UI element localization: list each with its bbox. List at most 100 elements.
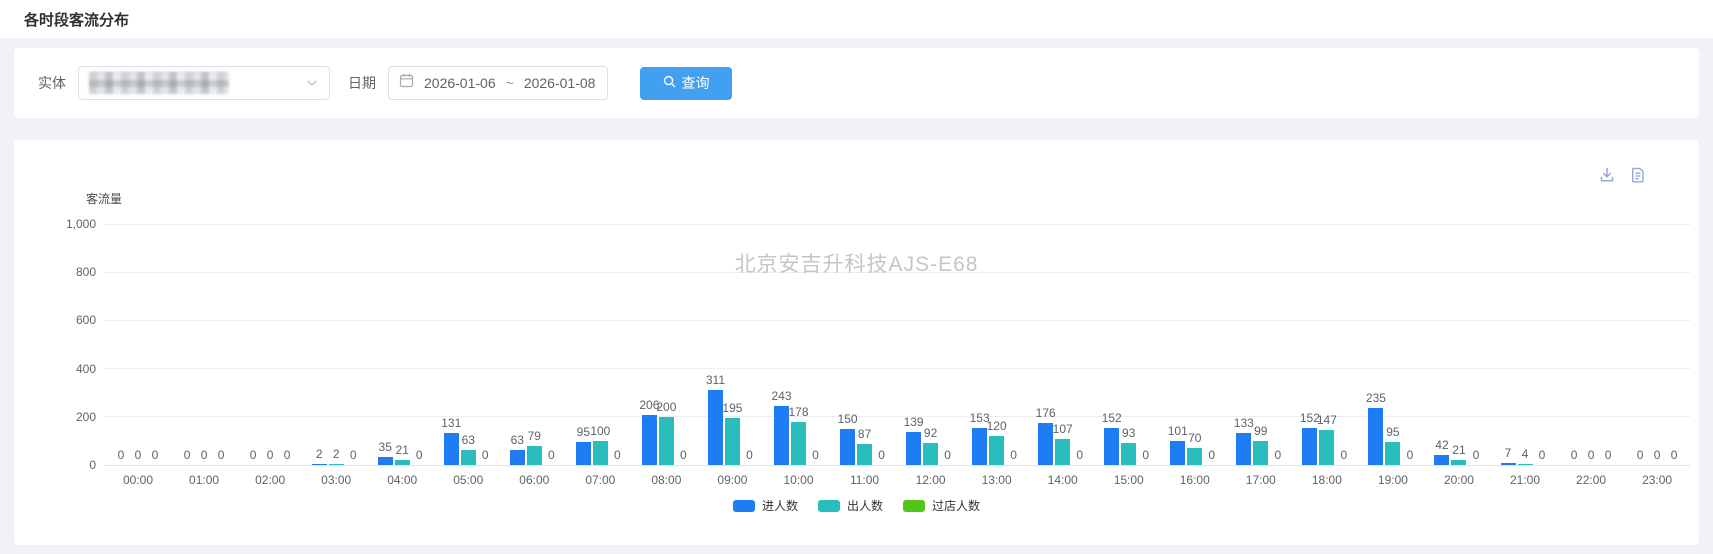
bar-value-label: 63 bbox=[462, 433, 475, 447]
bar bbox=[906, 432, 921, 465]
legend-item[interactable]: 进人数 bbox=[733, 497, 798, 514]
watermark: 北京安吉升科技AJS-E68 bbox=[14, 248, 1699, 278]
bar bbox=[1055, 439, 1070, 465]
bar-value-label: 63 bbox=[511, 433, 524, 447]
bar bbox=[461, 450, 476, 465]
x-tick-label: 05:00 bbox=[435, 473, 501, 487]
bar-value-label: 120 bbox=[987, 419, 1007, 433]
bar bbox=[312, 464, 327, 465]
chart-card: 客流量 02004006008001,00000000:0000001:0000… bbox=[14, 140, 1699, 545]
bar-value-label: 21 bbox=[1452, 443, 1465, 457]
calendar-icon bbox=[399, 73, 414, 93]
bar-value-label: 100 bbox=[590, 424, 610, 438]
x-tick-label: 06:00 bbox=[501, 473, 567, 487]
search-icon bbox=[663, 75, 676, 91]
bar-value-label: 0 bbox=[878, 448, 885, 462]
bar-value-label: 0 bbox=[267, 448, 274, 462]
bar-value-label: 0 bbox=[1605, 448, 1612, 462]
bar-value-label: 0 bbox=[284, 448, 291, 462]
legend-swatch bbox=[818, 500, 840, 512]
bar-value-label: 0 bbox=[218, 448, 225, 462]
x-tick-label: 21:00 bbox=[1492, 473, 1558, 487]
bar-value-label: 147 bbox=[1317, 413, 1337, 427]
date-range-picker[interactable]: 2026-01-06 ~ 2026-01-08 bbox=[388, 66, 608, 100]
entity-select[interactable] bbox=[78, 66, 330, 100]
bar bbox=[972, 428, 987, 465]
bar bbox=[1121, 443, 1136, 465]
bar bbox=[329, 464, 344, 465]
date-end[interactable]: 2026-01-08 bbox=[524, 75, 596, 91]
bar-value-label: 0 bbox=[1076, 448, 1083, 462]
date-start[interactable]: 2026-01-06 bbox=[424, 75, 496, 91]
bar-value-label: 0 bbox=[680, 448, 687, 462]
x-tick-label: 12:00 bbox=[898, 473, 964, 487]
bar-value-label: 0 bbox=[118, 448, 125, 462]
bar bbox=[395, 460, 410, 465]
bar-value-label: 152 bbox=[1102, 411, 1122, 425]
bar bbox=[725, 418, 740, 465]
x-tick-label: 07:00 bbox=[567, 473, 633, 487]
bar bbox=[510, 450, 525, 465]
bar-value-label: 21 bbox=[396, 443, 409, 457]
bar-value-label: 42 bbox=[1435, 438, 1448, 452]
bar-value-label: 0 bbox=[152, 448, 159, 462]
bar-value-label: 35 bbox=[379, 440, 392, 454]
bar-value-label: 0 bbox=[416, 448, 423, 462]
x-tick-label: 09:00 bbox=[699, 473, 765, 487]
y-tick-label: 0 bbox=[89, 458, 96, 472]
entity-label: 实体 bbox=[38, 73, 66, 93]
download-icon[interactable] bbox=[1598, 166, 1616, 184]
entity-value-redacted bbox=[89, 72, 229, 94]
bar-value-label: 0 bbox=[1637, 448, 1644, 462]
bar-value-label: 133 bbox=[1234, 416, 1254, 430]
page-title: 各时段客流分布 bbox=[24, 9, 129, 30]
legend-item[interactable]: 出人数 bbox=[818, 497, 883, 514]
bar-value-label: 87 bbox=[858, 427, 871, 441]
legend-swatch bbox=[903, 500, 925, 512]
y-tick-label: 1,000 bbox=[66, 217, 96, 231]
bar bbox=[1253, 441, 1268, 465]
y-tick-label: 200 bbox=[76, 410, 96, 424]
bar bbox=[593, 441, 608, 465]
bar bbox=[576, 442, 591, 465]
query-button[interactable]: 查询 bbox=[640, 67, 732, 100]
x-tick-label: 11:00 bbox=[832, 473, 898, 487]
bar-value-label: 0 bbox=[1671, 448, 1678, 462]
bar-value-label: 150 bbox=[838, 412, 858, 426]
x-tick-label: 10:00 bbox=[765, 473, 831, 487]
bar-value-label: 0 bbox=[944, 448, 951, 462]
bar-value-label: 0 bbox=[482, 448, 489, 462]
bar-value-label: 4 bbox=[1522, 447, 1529, 461]
bar bbox=[989, 436, 1004, 465]
title-bar: 各时段客流分布 bbox=[0, 0, 1713, 38]
bar-value-label: 235 bbox=[1366, 391, 1386, 405]
bar-value-label: 95 bbox=[1386, 425, 1399, 439]
bar bbox=[791, 422, 806, 465]
bar bbox=[659, 417, 674, 465]
x-tick-label: 00:00 bbox=[105, 473, 171, 487]
chart-toolbar bbox=[1598, 166, 1647, 184]
x-tick-label: 03:00 bbox=[303, 473, 369, 487]
bar bbox=[923, 443, 938, 465]
bar-value-label: 7 bbox=[1505, 446, 1512, 460]
bar-value-label: 243 bbox=[771, 389, 791, 403]
bar-value-label: 0 bbox=[1588, 448, 1595, 462]
bar-value-label: 107 bbox=[1053, 422, 1073, 436]
bar-value-label: 79 bbox=[528, 429, 541, 443]
bar bbox=[774, 406, 789, 465]
legend-item[interactable]: 过店人数 bbox=[903, 497, 980, 514]
bar bbox=[444, 433, 459, 465]
bar-value-label: 0 bbox=[1341, 448, 1348, 462]
bar-value-label: 311 bbox=[706, 373, 725, 387]
bar-value-label: 0 bbox=[1208, 448, 1215, 462]
bar bbox=[1368, 408, 1383, 465]
bar-value-label: 92 bbox=[924, 426, 937, 440]
x-tick-label: 04:00 bbox=[369, 473, 435, 487]
bar-value-label: 131 bbox=[441, 416, 461, 430]
bar bbox=[378, 457, 393, 465]
bar-value-label: 0 bbox=[746, 448, 753, 462]
bar-value-label: 99 bbox=[1254, 424, 1267, 438]
bar-value-label: 93 bbox=[1122, 426, 1135, 440]
report-icon[interactable] bbox=[1629, 166, 1647, 184]
x-tick-label: 22:00 bbox=[1558, 473, 1624, 487]
